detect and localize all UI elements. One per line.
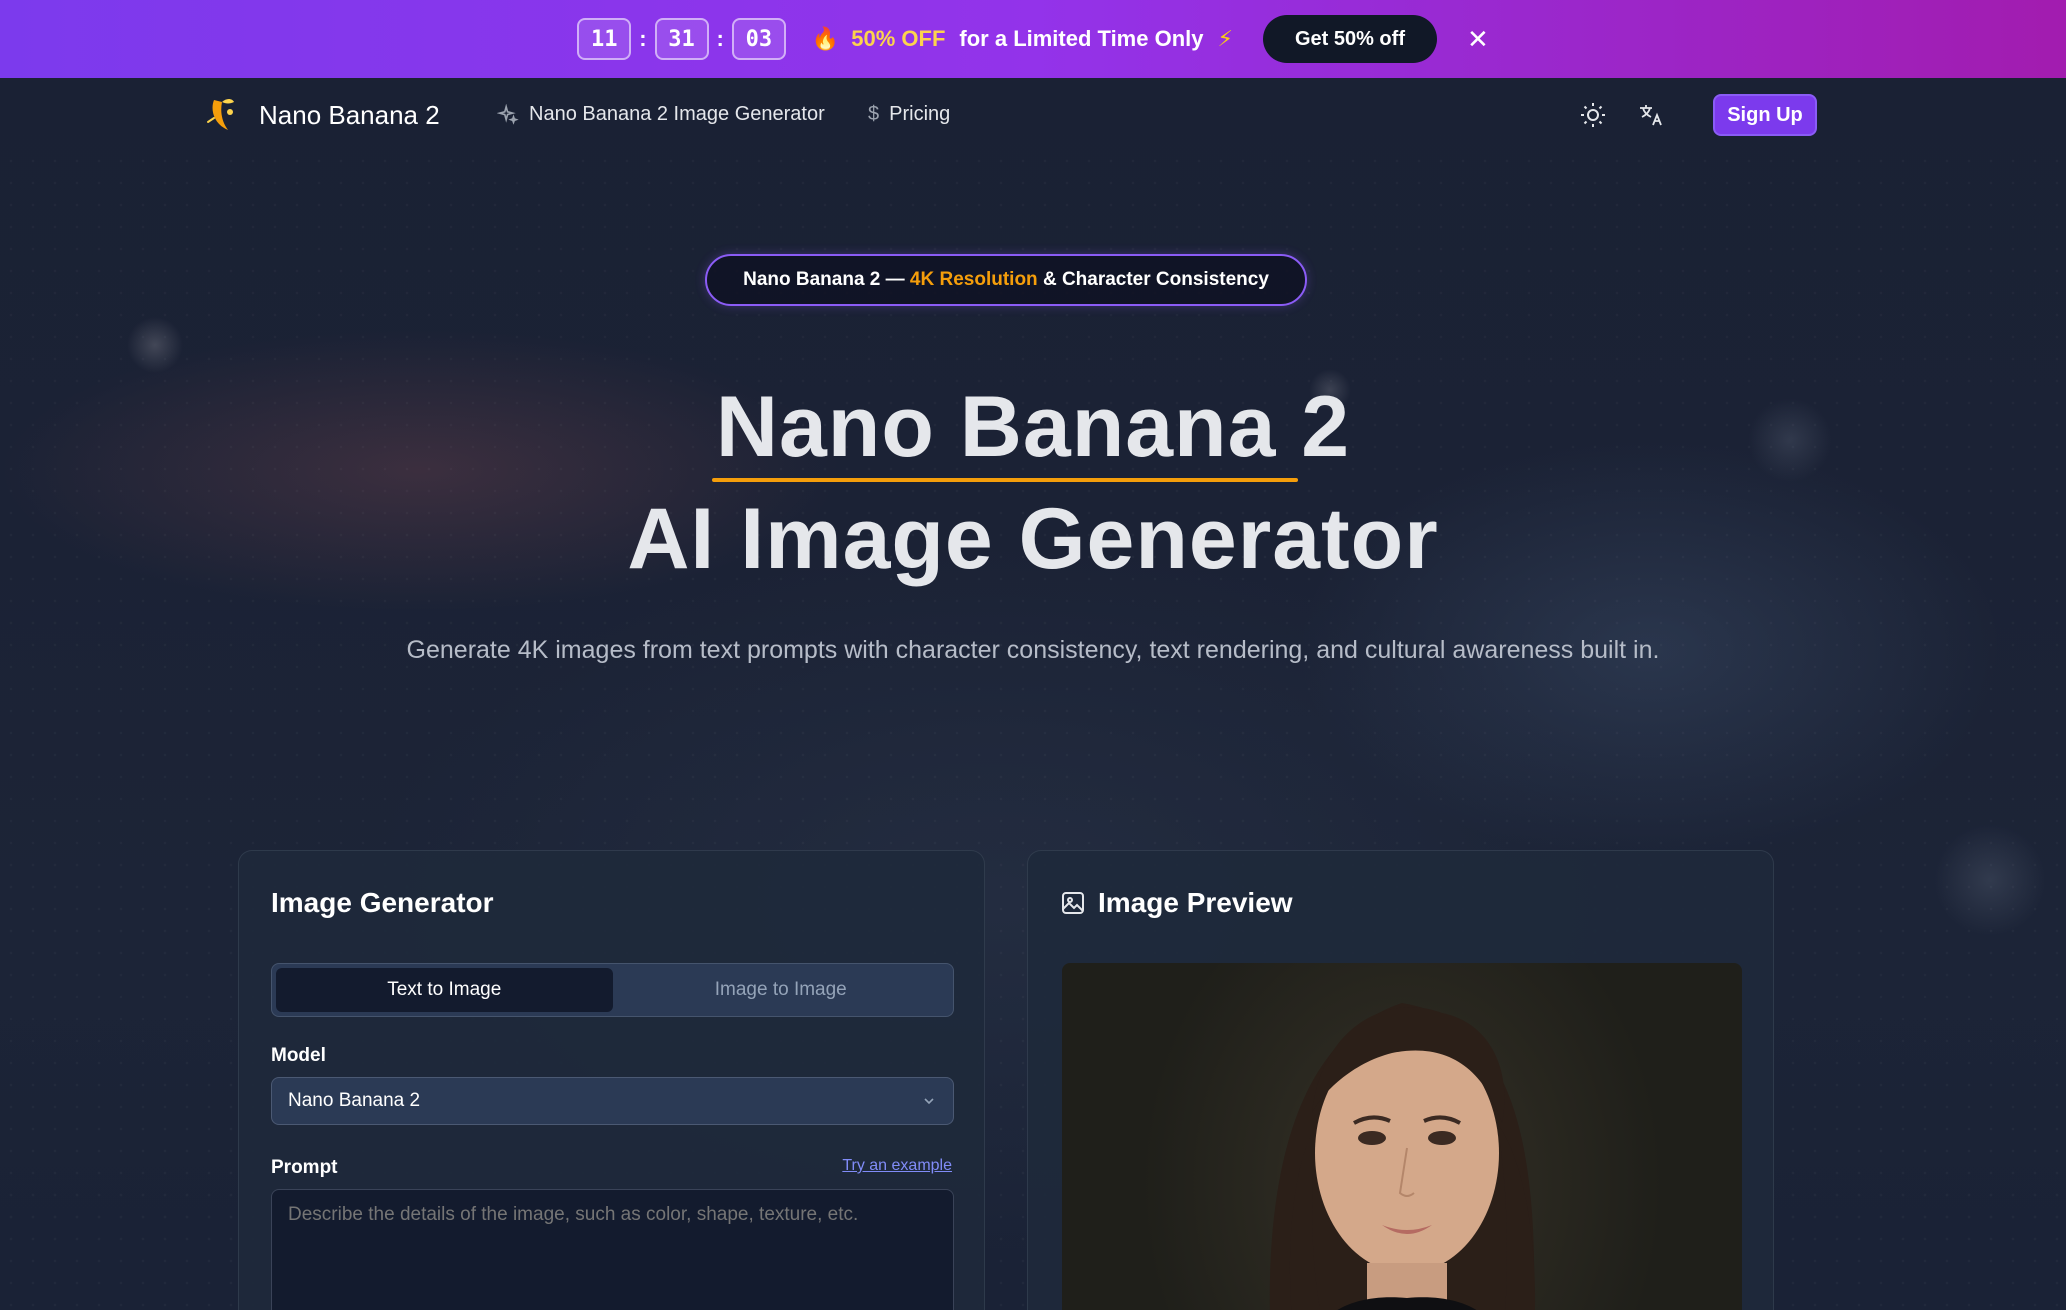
top-navigation: Nano Banana 2 Nano Banana 2 Image Genera… bbox=[0, 78, 2066, 152]
tab-image-to-image[interactable]: Image to Image bbox=[613, 968, 950, 1012]
get-discount-button[interactable]: Get 50% off bbox=[1262, 15, 1437, 63]
hero-title-line1: Nano Banana 2 bbox=[715, 379, 1351, 475]
prompt-label: Prompt bbox=[271, 1157, 338, 1178]
badge-suffix: & Character Consistency bbox=[1042, 269, 1269, 290]
hero-subtitle: Generate 4K images from text prompts wit… bbox=[406, 636, 1660, 664]
generator-title: Image Generator bbox=[271, 887, 494, 918]
preview-title: Image Preview bbox=[1098, 887, 1293, 918]
chevron-down-icon bbox=[924, 1098, 934, 1105]
translate-icon[interactable] bbox=[1636, 100, 1666, 130]
promo-discount: 50% OFF bbox=[851, 26, 946, 51]
timer-separator: : bbox=[716, 26, 724, 51]
countdown-timer: 11 : 31 : 03 bbox=[577, 18, 786, 60]
timer-separator: : bbox=[639, 26, 647, 51]
brand-name[interactable]: Nano Banana 2 bbox=[259, 100, 440, 131]
model-select[interactable]: Nano Banana 2 bbox=[271, 1077, 954, 1125]
image-generator-card: Image Generator Text to Image Image to I… bbox=[238, 850, 985, 1310]
portrait-illustration bbox=[1269, 1003, 1536, 1310]
fire-icon: 🔥 bbox=[811, 26, 840, 51]
feature-badge: Nano Banana 2 — 4K Resolution & Characte… bbox=[705, 254, 1307, 306]
nav-link-label: Pricing bbox=[889, 103, 951, 125]
prompt-input[interactable] bbox=[271, 1189, 954, 1310]
promo-text: for a Limited Time Only bbox=[959, 26, 1204, 51]
promo-bar: 11 : 31 : 03 🔥 50% OFF for a Limited Tim… bbox=[0, 0, 2066, 78]
lightning-icon: ⚡ bbox=[1217, 26, 1233, 51]
timer-minutes: 31 bbox=[654, 18, 709, 60]
try-example-link[interactable]: Try an example bbox=[842, 1157, 952, 1175]
banana-logo-icon[interactable] bbox=[200, 92, 246, 138]
preview-image bbox=[1062, 963, 1742, 1310]
image-preview-card: Image Preview bbox=[1027, 850, 1774, 1310]
timer-hours: 11 bbox=[577, 18, 632, 60]
dollar-icon: $ bbox=[868, 103, 880, 125]
timer-seconds: 03 bbox=[731, 18, 786, 60]
close-icon[interactable]: ✕ bbox=[1467, 26, 1489, 52]
nav-link-pricing[interactable]: $ Pricing bbox=[868, 103, 950, 126]
sun-icon[interactable] bbox=[1578, 100, 1608, 130]
nav-link-image-generator[interactable]: Nano Banana 2 Image Generator bbox=[497, 103, 825, 126]
hero-title-line2: AI Image Generator bbox=[627, 491, 1439, 587]
image-icon bbox=[1062, 892, 1084, 914]
sparkles-icon bbox=[497, 103, 519, 125]
badge-highlight: 4K Resolution bbox=[909, 269, 1038, 290]
badge-prefix: Nano Banana 2 — bbox=[743, 269, 905, 290]
sign-up-button[interactable]: Sign Up bbox=[1713, 94, 1817, 136]
mode-tabs: Text to Image Image to Image bbox=[271, 963, 954, 1017]
nav-link-label: Nano Banana 2 Image Generator bbox=[529, 103, 825, 125]
preview-title-row: Image Preview bbox=[1060, 887, 1293, 919]
model-select-value: Nano Banana 2 bbox=[288, 1090, 421, 1111]
model-label: Model bbox=[271, 1045, 326, 1066]
tab-text-to-image[interactable]: Text to Image bbox=[276, 968, 613, 1012]
title-underline bbox=[712, 478, 1298, 482]
